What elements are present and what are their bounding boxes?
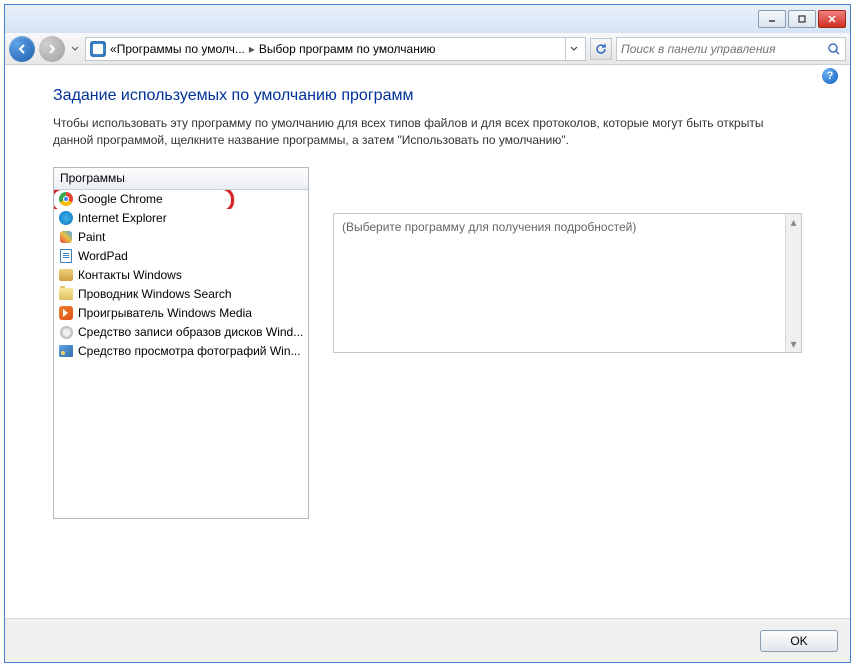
- folder-icon: [58, 286, 74, 302]
- detail-placeholder: (Выберите программу для получения подроб…: [342, 220, 636, 234]
- photo-icon: [58, 343, 74, 359]
- page-title: Задание используемых по умолчанию програ…: [53, 87, 802, 105]
- maximize-button[interactable]: [788, 10, 816, 28]
- navbar: « Программы по умолч... ▸ Выбор программ…: [5, 33, 850, 65]
- control-panel-icon: [90, 41, 106, 57]
- list-item-label: Проводник Windows Search: [78, 287, 232, 301]
- list-body: Google Chrome Internet Explorer Paint Wo…: [54, 190, 308, 361]
- list-item-ie[interactable]: Internet Explorer: [54, 209, 308, 228]
- list-item-wordpad[interactable]: WordPad: [54, 247, 308, 266]
- programs-list: Программы Google Chrome Internet Explore…: [53, 167, 309, 519]
- close-button[interactable]: [818, 10, 846, 28]
- paint-icon: [58, 229, 74, 245]
- ie-icon: [58, 210, 74, 226]
- contacts-icon: [58, 267, 74, 283]
- list-item-contacts[interactable]: Контакты Windows: [54, 266, 308, 285]
- list-item-label: Контакты Windows: [78, 268, 182, 282]
- help-icon[interactable]: ?: [822, 68, 838, 84]
- minimize-button[interactable]: [758, 10, 786, 28]
- list-item-label: WordPad: [78, 249, 128, 263]
- detail-panel: (Выберите программу для получения подроб…: [333, 213, 802, 353]
- disc-icon: [58, 324, 74, 340]
- list-item-chrome[interactable]: Google Chrome: [54, 190, 308, 209]
- list-item-label: Проигрыватель Windows Media: [78, 306, 252, 320]
- help-row: ?: [5, 65, 850, 87]
- content: Задание используемых по умолчанию програ…: [5, 87, 850, 618]
- search-box[interactable]: [616, 37, 846, 61]
- scroll-down-icon[interactable]: ▾: [786, 336, 801, 352]
- chevron-right-icon: ▸: [249, 42, 255, 56]
- list-item-label: Средство просмотра фотографий Win...: [78, 344, 301, 358]
- wordpad-icon: [58, 248, 74, 264]
- search-icon: [827, 42, 841, 56]
- titlebar: [5, 5, 850, 33]
- window: « Программы по умолч... ▸ Выбор программ…: [4, 4, 851, 663]
- list-item-explorer[interactable]: Проводник Windows Search: [54, 285, 308, 304]
- scroll-up-icon[interactable]: ▴: [786, 214, 801, 230]
- chrome-icon: [58, 191, 74, 207]
- breadcrumb-prefix: «: [110, 42, 117, 56]
- list-item-label: Средство записи образов дисков Wind...: [78, 325, 303, 339]
- list-header[interactable]: Программы: [54, 168, 308, 190]
- footer: OK: [5, 618, 850, 662]
- ok-button[interactable]: OK: [760, 630, 838, 652]
- breadcrumb-item-1[interactable]: Программы по умолч...: [117, 42, 245, 56]
- nav-back-button[interactable]: [9, 36, 35, 62]
- nav-history-dropdown[interactable]: [69, 39, 81, 59]
- search-input[interactable]: [621, 42, 827, 56]
- list-item-paint[interactable]: Paint: [54, 228, 308, 247]
- list-item-wmp[interactable]: Проигрыватель Windows Media: [54, 304, 308, 323]
- list-item-label: Paint: [78, 230, 105, 244]
- list-item-disc-burner[interactable]: Средство записи образов дисков Wind...: [54, 323, 308, 342]
- breadcrumb-item-2[interactable]: Выбор программ по умолчанию: [259, 42, 436, 56]
- list-item-label: Internet Explorer: [78, 211, 167, 225]
- breadcrumb-dropdown[interactable]: [565, 38, 581, 60]
- page-description: Чтобы использовать эту программу по умол…: [53, 115, 802, 149]
- breadcrumb[interactable]: « Программы по умолч... ▸ Выбор программ…: [85, 37, 586, 61]
- list-item-label: Google Chrome: [78, 192, 163, 206]
- nav-forward-button[interactable]: [39, 36, 65, 62]
- wmp-icon: [58, 305, 74, 321]
- scrollbar[interactable]: ▴ ▾: [785, 214, 801, 352]
- list-item-photo-viewer[interactable]: Средство просмотра фотографий Win...: [54, 342, 308, 361]
- refresh-button[interactable]: [590, 38, 612, 60]
